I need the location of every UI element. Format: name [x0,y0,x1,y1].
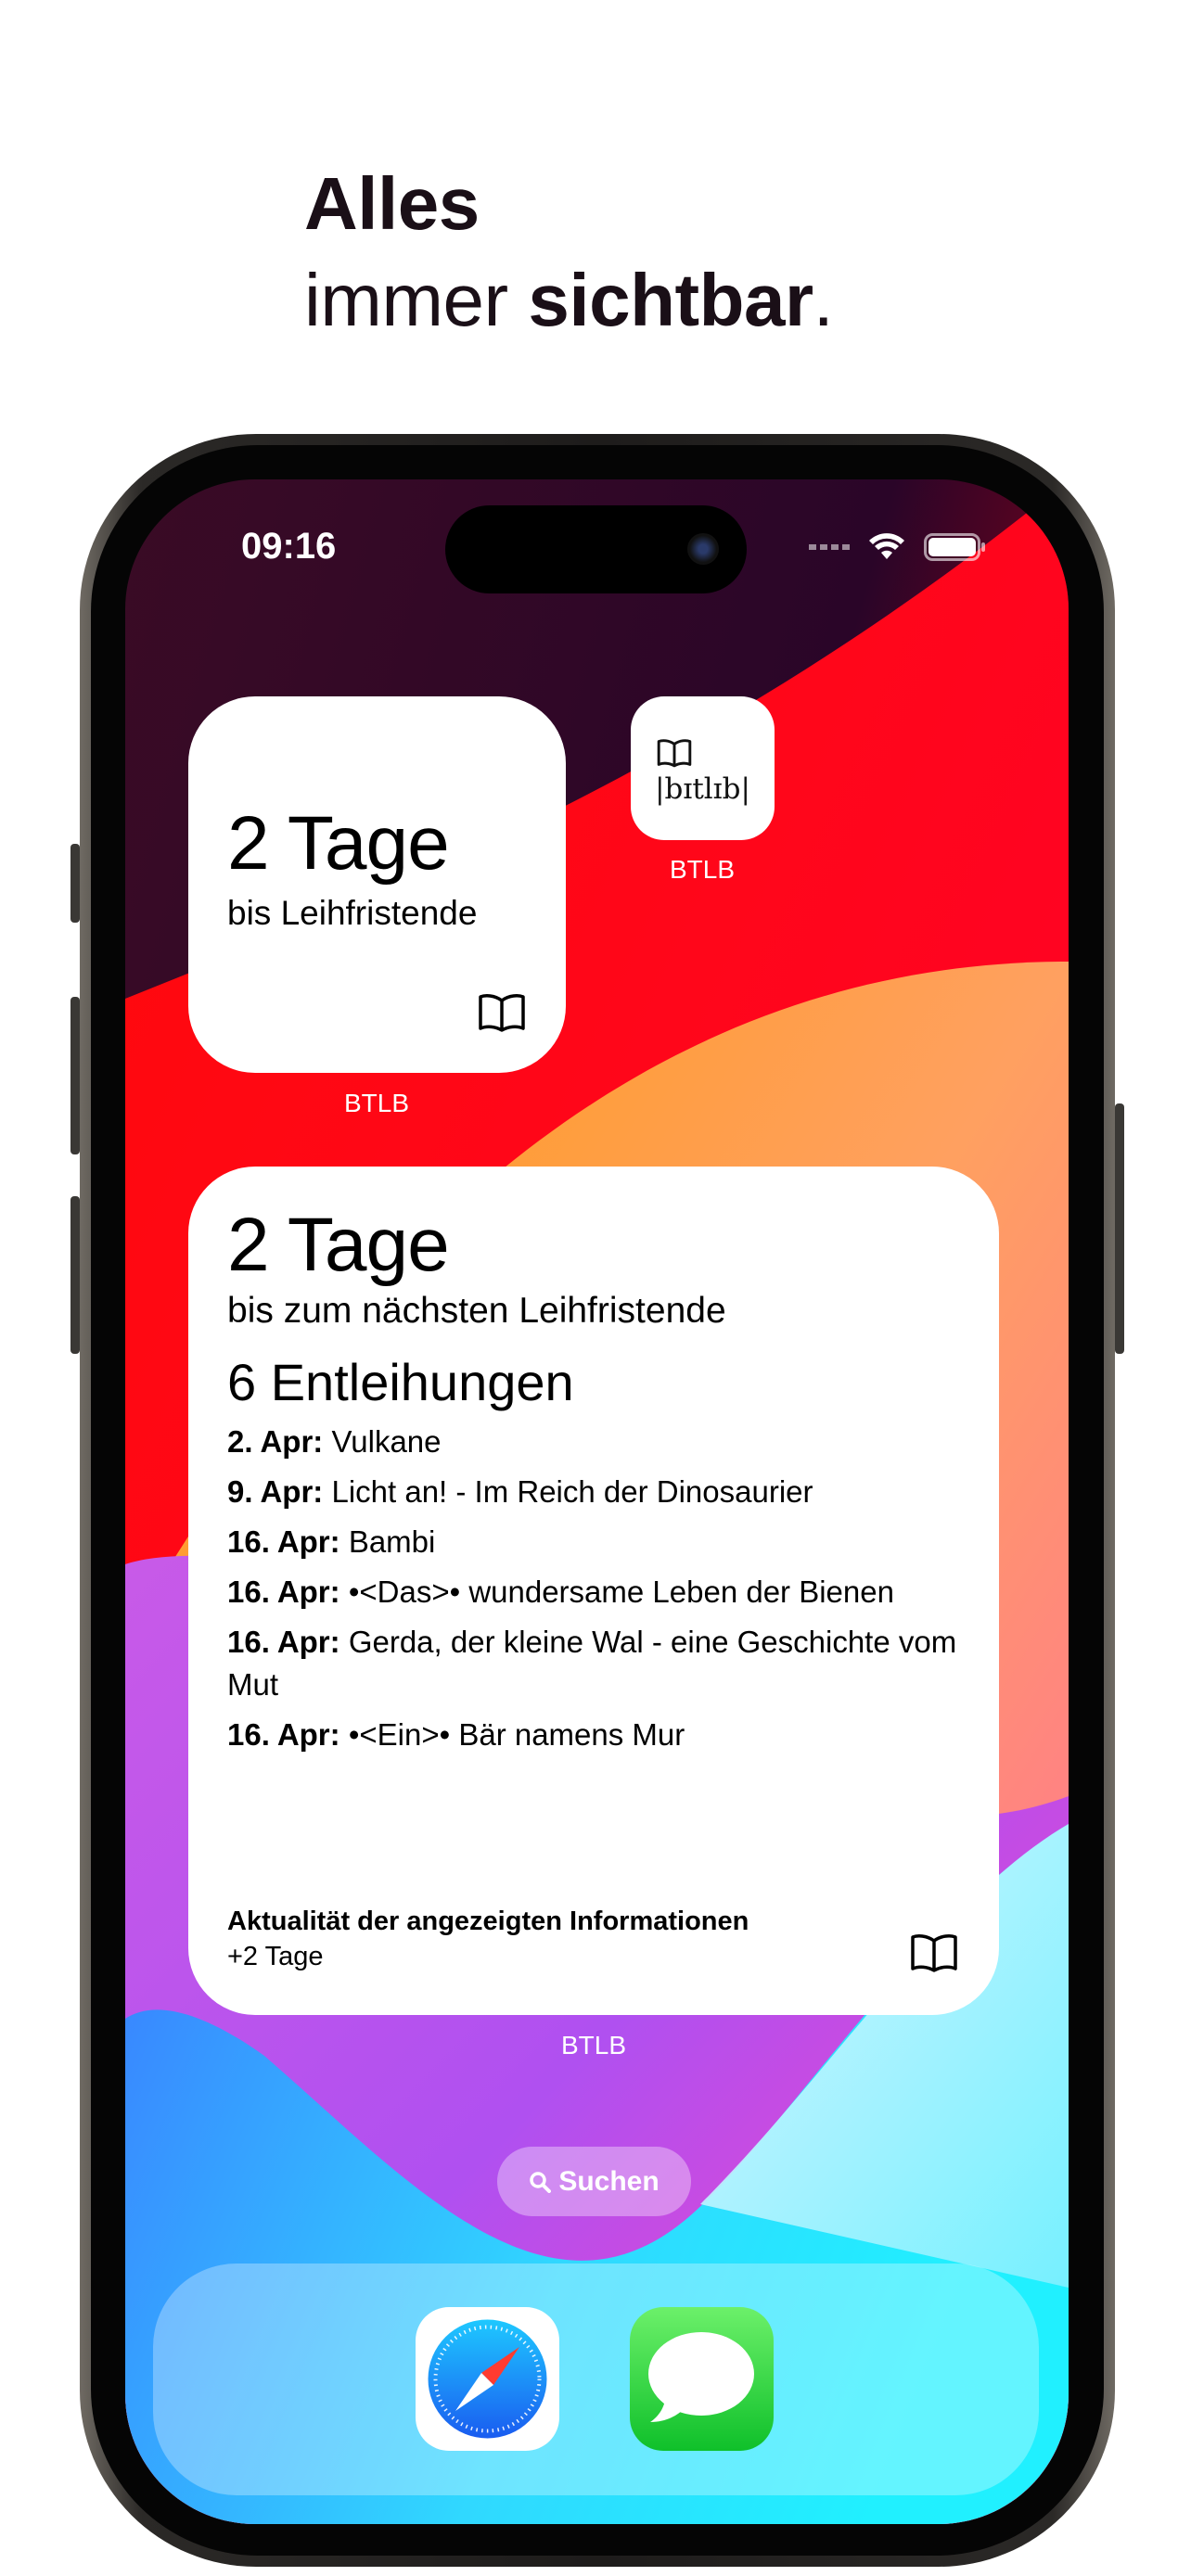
book-icon [657,739,692,768]
loan-title: Bambi [348,1524,436,1559]
headline-period: . [813,259,834,341]
freshness-title: Aktualität der angezeigten Informationen [227,1906,749,1936]
loan-date: 16. Apr: [227,1717,340,1752]
headline-bold: sichtbar [528,259,813,341]
small-widget[interactable]: 2 Tage bis Leihfristende [188,696,566,1073]
volume-down-button [70,1196,80,1354]
app-icon-label: BTLB [669,855,736,884]
messages-app-icon[interactable] [630,2307,774,2451]
loan-title: Licht an! - Im Reich der Dinosaurier [331,1474,813,1509]
loan-title: •<Ein>• Bär namens Mur [348,1717,685,1752]
loan-list: 2. Apr: Vulkane 9. Apr: Licht an! - Im R… [227,1417,962,1760]
loan-date: 2. Apr: [227,1424,324,1459]
large-widget-value: 2 Tage [227,1203,450,1287]
loan-item: 2. Apr: Vulkane [227,1417,962,1467]
dock [153,2264,1039,2495]
camera-icon [687,533,719,565]
status-time: 09:16 [241,526,337,567]
loan-item: 9. Apr: Licht an! - Im Reich der Dinosau… [227,1467,962,1517]
wifi-icon [869,533,904,559]
loan-item: 16. Apr: •<Das>• wundersame Leben der Bi… [227,1567,962,1617]
loan-date: 16. Apr: [227,1625,340,1659]
loan-item: 16. Apr: •<Ein>• Bär namens Mur [227,1710,962,1760]
loan-date: 16. Apr: [227,1524,340,1559]
large-widget[interactable]: 2 Tage bis zum nächsten Leihfristende 6 … [188,1167,999,2015]
action-button [70,844,80,923]
loan-count: 6 Entleihungen [227,1353,574,1411]
status-icons [809,533,985,561]
loan-date: 16. Apr: [227,1575,340,1609]
book-icon [911,1934,957,1972]
loan-date: 9. Apr: [227,1474,324,1509]
search-label: Suchen [558,2165,660,2197]
headline-line1: Alles [304,162,480,245]
volume-up-button [70,997,80,1154]
dynamic-island [445,505,747,593]
message-bubble-icon [648,2332,754,2422]
book-icon [479,994,525,1032]
loan-title: Vulkane [331,1424,442,1459]
small-widget-label: BTLB [343,1089,410,1117]
btlb-app-icon[interactable]: |bɪtlɪb| [631,696,775,840]
small-widget-value: 2 Tage [227,801,450,886]
freshness-value: +2 Tage [227,1942,324,1971]
loan-item: 16. Apr: Bambi [227,1517,962,1567]
search-icon [530,2171,552,2193]
compass-icon [428,2319,547,2439]
headline: Alles immer sichtbar. [304,156,834,349]
loan-item: 16. Apr: Gerda, der kleine Wal - eine Ge… [227,1617,962,1710]
large-widget-label: BTLB [560,2031,627,2060]
home-screen: 09:16 2 Tage bis Leihfristende BTLB |bɪt… [125,479,1069,2524]
small-widget-subtitle: bis Leihfristende [227,894,478,932]
power-button [1115,1103,1124,1354]
search-button[interactable]: Suchen [497,2147,691,2216]
large-widget-subtitle: bis zum nächsten Leihfristende [227,1291,726,1331]
safari-app-icon[interactable] [416,2307,559,2451]
headline-regular: immer [304,259,508,341]
app-logo-text: |bɪtlɪb| [655,772,750,806]
battery-icon [924,533,985,561]
loan-title: •<Das>• wundersame Leben der Bienen [348,1575,894,1609]
cellular-icon [809,544,850,550]
